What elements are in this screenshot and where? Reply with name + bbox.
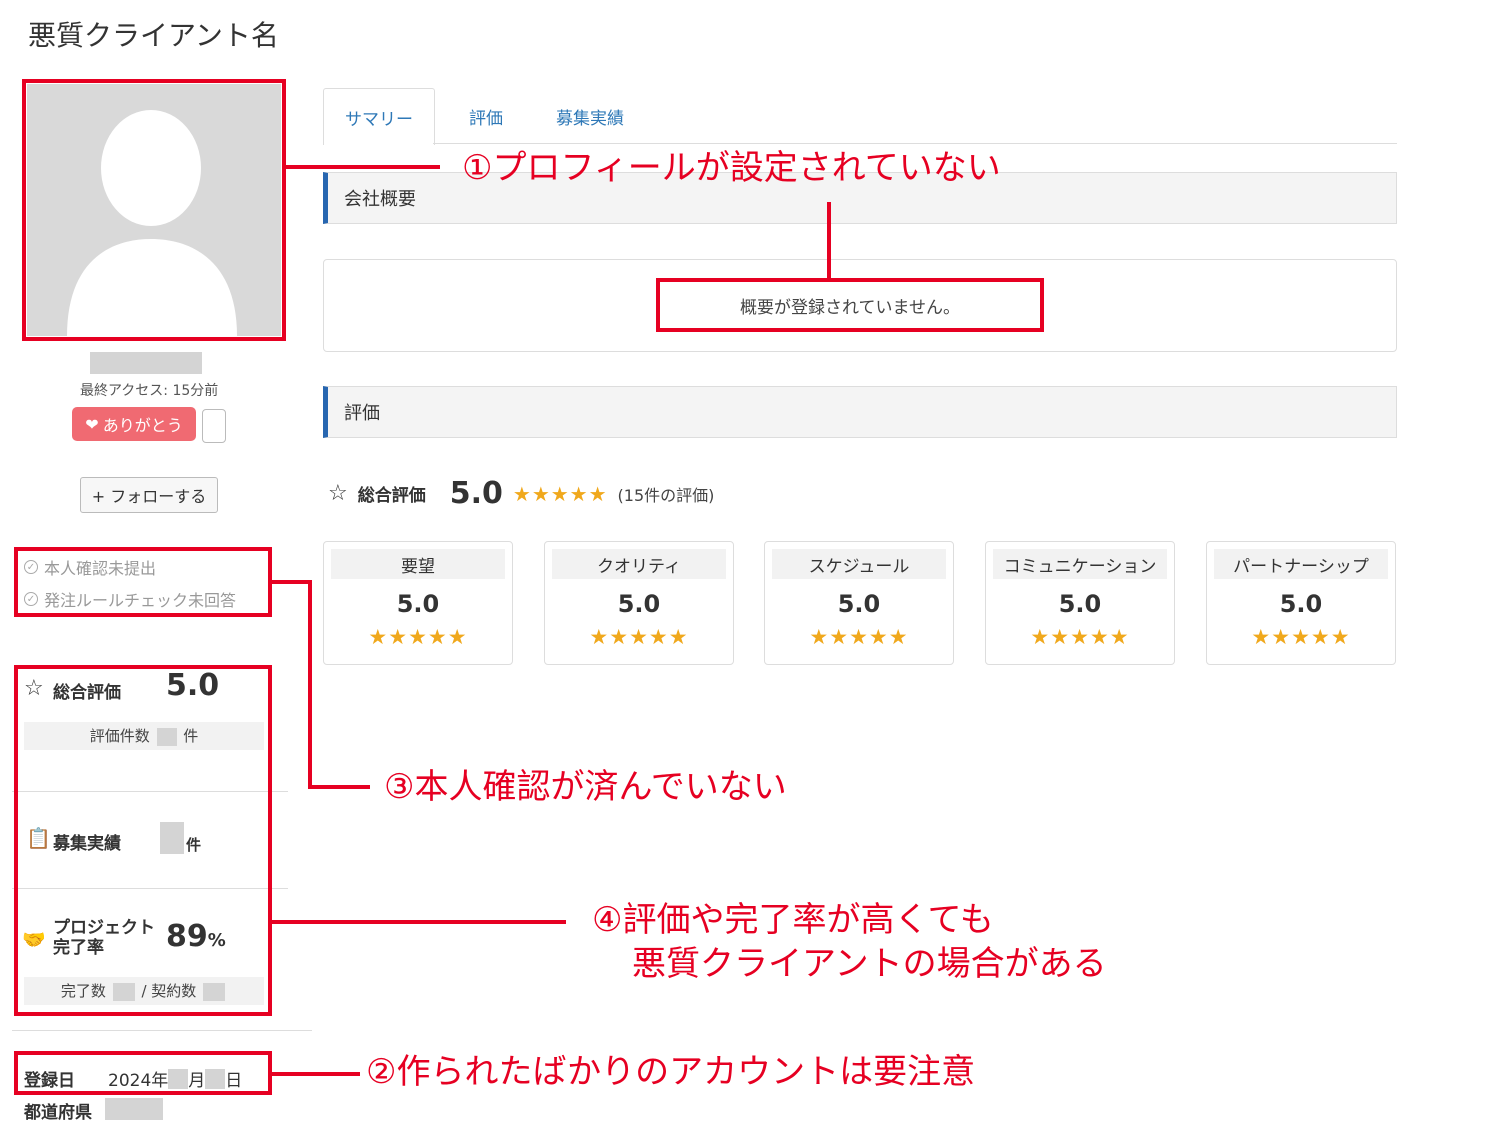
annotation-box-profile	[22, 79, 286, 341]
annotation-line-1	[286, 165, 440, 169]
category-card: クオリティ 5.0 ★★★★★	[544, 541, 734, 665]
category-stars-icon: ★★★★★	[1251, 625, 1351, 649]
tab-baseline	[433, 143, 1397, 144]
annotation-line-4	[272, 920, 566, 924]
annotation-line-1b	[827, 202, 831, 278]
annotation-note-4-line1: ④評価や完了率が高くても	[592, 900, 994, 940]
category-name: スケジュール	[772, 549, 946, 579]
tab-reviews[interactable]: 評価	[469, 88, 503, 144]
username-redacted	[90, 352, 202, 374]
section-rating: 評価	[323, 386, 1397, 438]
category-score: 5.0	[1279, 590, 1323, 618]
category-card: 要望 5.0 ★★★★★	[323, 541, 513, 665]
prefecture-redacted	[105, 1098, 163, 1120]
category-card: コミュニケーション 5.0 ★★★★★	[985, 541, 1175, 665]
category-name: クオリティ	[552, 549, 726, 579]
page-title: 悪質クライアント名	[28, 19, 279, 52]
tab-recruit-history[interactable]: 募集実績	[556, 88, 624, 144]
annotation-box-stats	[14, 665, 272, 1016]
category-name: 要望	[331, 549, 505, 579]
star-outline-icon: ☆	[328, 481, 348, 506]
category-score: 5.0	[396, 590, 440, 618]
overall-value: 5.0	[449, 476, 503, 511]
prefecture-label: 都道府県	[24, 1103, 92, 1123]
annotation-line-3a	[272, 580, 312, 584]
annotation-note-1: ①プロフィールが設定されていない	[462, 148, 1001, 188]
annotation-line-3c	[308, 785, 370, 789]
category-stars-icon: ★★★★★	[1030, 625, 1130, 649]
category-stars-icon: ★★★★★	[368, 625, 468, 649]
annotation-note-2: ②作られたばかりのアカウントは要注意	[366, 1052, 976, 1092]
follow-button[interactable]: + フォローする	[80, 477, 218, 513]
category-name: パートナーシップ	[1214, 549, 1388, 579]
category-score: 5.0	[837, 590, 881, 618]
thanks-count-bubble	[202, 409, 226, 443]
overall-rating: ☆ 総合評価 5.0 ★★★★★ (15件の評価)	[328, 476, 714, 511]
annotation-note-3: ③本人確認が済んでいない	[384, 767, 787, 807]
annotation-note-4: ④評価や完了率が高くても 悪質クライアントの場合がある	[592, 898, 1107, 986]
category-score: 5.0	[617, 590, 661, 618]
thanks-label: ありがとう	[102, 416, 183, 435]
divider	[12, 1030, 312, 1031]
category-name: コミュニケーション	[993, 549, 1167, 579]
last-access: 最終アクセス: 15分前	[80, 383, 219, 399]
tab-summary[interactable]: サマリー	[323, 88, 435, 145]
category-card: スケジュール 5.0 ★★★★★	[764, 541, 954, 665]
annotation-note-4-line2: 悪質クライアントの場合がある	[632, 944, 1107, 985]
category-card: パートナーシップ 5.0 ★★★★★	[1206, 541, 1396, 665]
overall-stars-icon: ★★★★★	[512, 481, 608, 506]
overall-label: 総合評価	[357, 486, 426, 506]
overall-count: (15件の評価)	[617, 485, 715, 505]
category-stars-icon: ★★★★★	[809, 625, 909, 649]
category-score: 5.0	[1058, 590, 1102, 618]
annotation-box-registered	[14, 1051, 272, 1095]
annotation-box-overview	[656, 278, 1044, 332]
annotation-line-3b	[308, 580, 312, 788]
heart-icon: ❤	[85, 414, 99, 434]
annotation-line-2	[272, 1072, 360, 1076]
annotation-box-identity	[14, 547, 272, 617]
thanks-button[interactable]: ❤ ありがとう	[72, 407, 196, 441]
category-stars-icon: ★★★★★	[589, 625, 689, 649]
